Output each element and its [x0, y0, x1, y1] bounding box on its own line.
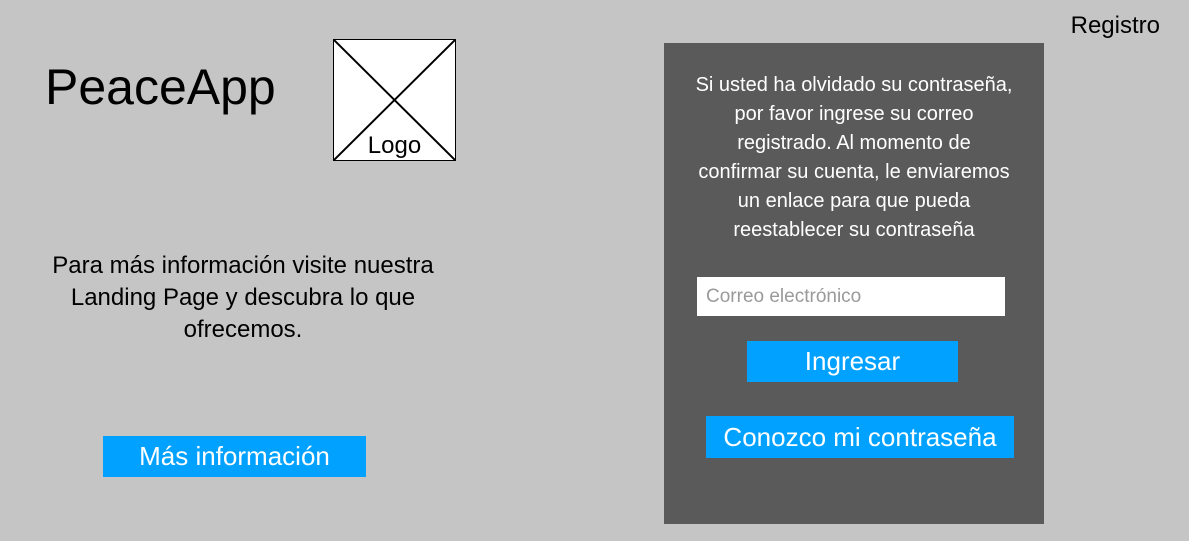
logo: Logo: [333, 39, 456, 161]
email-input[interactable]: [697, 277, 1005, 316]
recovery-instructions: Si usted ha olvidado su contraseña, por …: [695, 74, 1013, 241]
submit-button[interactable]: Ingresar: [747, 341, 958, 382]
know-password-button[interactable]: Conozco mi contraseña: [706, 416, 1014, 458]
app-title: PeaceApp: [45, 59, 276, 115]
more-info-button[interactable]: Más información: [103, 436, 366, 477]
password-recovery-panel: Si usted ha olvidado su contraseña, por …: [664, 43, 1044, 524]
registro-link[interactable]: Registro: [1071, 12, 1160, 40]
info-text: Para más información visite nuestra Land…: [52, 252, 434, 343]
logo-label: Logo: [367, 132, 422, 159]
